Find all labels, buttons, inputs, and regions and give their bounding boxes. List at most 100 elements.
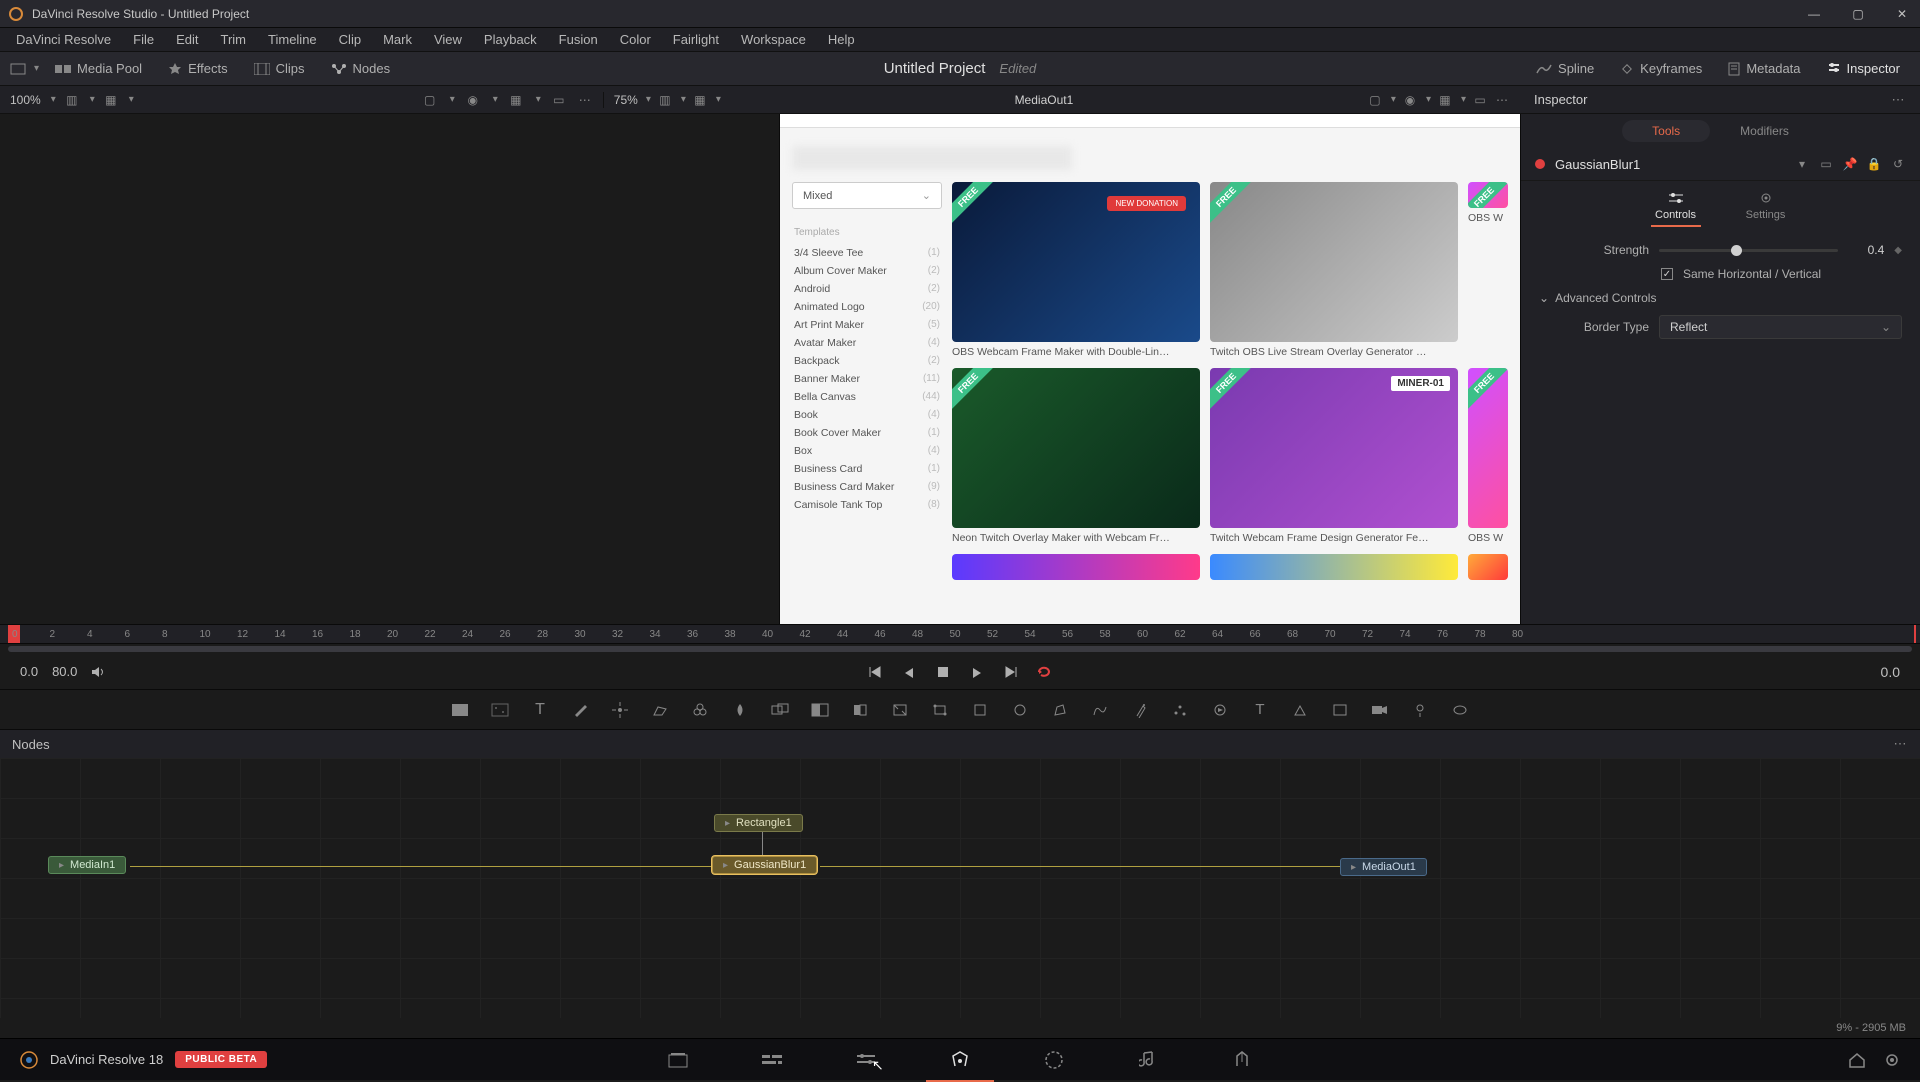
left-viewer-icon-d[interactable]: ▭: [551, 92, 567, 108]
center-viewer-icon-b[interactable]: ◉: [1402, 92, 1418, 108]
advanced-controls-header[interactable]: ⌄ Advanced Controls: [1539, 291, 1902, 305]
menu-davinci-resolve[interactable]: DaVinci Resolve: [6, 30, 121, 49]
center-viewer-dd-a[interactable]: ▾: [1391, 94, 1396, 105]
tool-magic-mask[interactable]: [1129, 699, 1151, 721]
center-viewer-icon-a[interactable]: ▢: [1367, 92, 1383, 108]
tool-polygon-mask[interactable]: [1049, 699, 1071, 721]
center-opt-dd-2[interactable]: ▾: [716, 94, 721, 105]
current-time[interactable]: 0.0: [1881, 664, 1900, 680]
center-opt-dd-1[interactable]: ▾: [681, 94, 686, 105]
template-list-item[interactable]: Bella Canvas(44): [792, 388, 942, 406]
strength-value[interactable]: 0.4: [1848, 243, 1884, 257]
template-thumbnail[interactable]: FREEOBS W: [1468, 182, 1508, 358]
left-viewer-icon-a[interactable]: ▢: [422, 92, 438, 108]
go-start-button[interactable]: [865, 662, 885, 682]
template-thumbnail[interactable]: [952, 554, 1200, 580]
menu-fusion[interactable]: Fusion: [549, 30, 608, 49]
template-thumbnail[interactable]: FREEOBS W: [1468, 368, 1508, 544]
left-viewer[interactable]: [0, 114, 780, 624]
center-viewer-icon-d[interactable]: ▭: [1472, 92, 1488, 108]
template-list-item[interactable]: Avatar Maker(4): [792, 334, 942, 352]
center-opt-icon-2[interactable]: ▦: [692, 92, 708, 108]
tool-3d-image[interactable]: [1329, 699, 1351, 721]
tool-fastnoise[interactable]: [489, 699, 511, 721]
nodes-panel-menu[interactable]: ⋯: [1892, 736, 1908, 752]
page-color[interactable]: [1040, 1046, 1068, 1074]
center-viewer-dd-c[interactable]: ▾: [1461, 94, 1466, 105]
node-mediain1[interactable]: ▸MediaIn1: [48, 856, 126, 874]
page-fairlight[interactable]: [1134, 1046, 1162, 1074]
menu-clip[interactable]: Clip: [329, 30, 371, 49]
tool-paint[interactable]: [569, 699, 591, 721]
tool-colorcorrect[interactable]: [689, 699, 711, 721]
clips-button[interactable]: Clips: [244, 57, 315, 80]
template-list-item[interactable]: Business Card(1): [792, 460, 942, 478]
left-viewer-dd-b[interactable]: ▾: [493, 94, 498, 105]
ruler-scrollbar[interactable]: [0, 644, 1920, 654]
menu-color[interactable]: Color: [610, 30, 661, 49]
project-settings-button[interactable]: [1884, 1052, 1900, 1068]
close-button[interactable]: ✕: [1892, 4, 1912, 24]
template-list-item[interactable]: Camisole Tank Top(8): [792, 496, 942, 514]
tool-rectangle-mask[interactable]: [969, 699, 991, 721]
panel-toggle-dropdown[interactable]: ▾: [34, 63, 39, 74]
lock-icon[interactable]: 🔒: [1866, 156, 1882, 172]
template-list-item[interactable]: Box(4): [792, 442, 942, 460]
menu-file[interactable]: File: [123, 30, 164, 49]
left-viewer-icon-b[interactable]: ◉: [465, 92, 481, 108]
template-list-item[interactable]: Book(4): [792, 406, 942, 424]
inspector-tab-modifiers[interactable]: Modifiers: [1710, 120, 1819, 142]
media-pool-button[interactable]: Media Pool: [45, 57, 152, 80]
center-opt-icon-1[interactable]: ▥: [657, 92, 673, 108]
template-list-item[interactable]: Banner Maker(11): [792, 370, 942, 388]
template-thumbnail[interactable]: FREEMINER-01Twitch Webcam Frame Design G…: [1210, 368, 1458, 544]
menu-edit[interactable]: Edit: [166, 30, 208, 49]
left-opt-icon-2[interactable]: ▦: [103, 92, 119, 108]
tool-3d-light[interactable]: [1409, 699, 1431, 721]
strength-keyframe[interactable]: ◆: [1894, 245, 1902, 256]
menu-timeline[interactable]: Timeline: [258, 30, 327, 49]
menu-fairlight[interactable]: Fairlight: [663, 30, 729, 49]
template-list-item[interactable]: Art Print Maker(5): [792, 316, 942, 334]
nodes-canvas[interactable]: ▸MediaIn1 ▸Rectangle1 ▸GaussianBlur1 ▸Me…: [0, 758, 1920, 1030]
tool-planar[interactable]: [649, 699, 671, 721]
left-viewer-zoom[interactable]: 100%: [10, 93, 41, 107]
node-mediaout1[interactable]: ▸MediaOut1: [1340, 858, 1427, 876]
template-thumbnail[interactable]: [1468, 554, 1508, 580]
template-list-item[interactable]: Book Cover Maker(1): [792, 424, 942, 442]
left-viewer-dd-c[interactable]: ▾: [536, 94, 541, 105]
tool-mattecontrol[interactable]: [809, 699, 831, 721]
template-list-item[interactable]: Animated Logo(20): [792, 298, 942, 316]
center-viewer[interactable]: Mixed ⌄ Templates 3/4 Sleeve Tee(1)Album…: [780, 114, 1520, 624]
center-zoom-dropdown[interactable]: ▾: [646, 94, 651, 105]
node-enable-dot[interactable]: [1535, 159, 1545, 169]
pin-icon[interactable]: 📌: [1842, 156, 1858, 172]
inspector-controls-tab[interactable]: Controls: [1651, 191, 1701, 227]
tool-ellipse-mask[interactable]: [1009, 699, 1031, 721]
strength-slider[interactable]: [1659, 249, 1838, 252]
center-viewer-menu[interactable]: ⋯: [1494, 92, 1510, 108]
tool-3d-text[interactable]: T: [1249, 699, 1271, 721]
tool-background[interactable]: [449, 699, 471, 721]
effects-button[interactable]: Effects: [158, 57, 238, 80]
time-ruler[interactable]: 0246810121416182022242628303234363840424…: [0, 624, 1920, 644]
tool-tracker[interactable]: [609, 699, 631, 721]
template-thumbnail[interactable]: FREENeon Twitch Overlay Maker with Webca…: [952, 368, 1200, 544]
keyframes-button[interactable]: Keyframes: [1610, 57, 1712, 80]
page-media[interactable]: [664, 1046, 692, 1074]
template-list-item[interactable]: 3/4 Sleeve Tee(1): [792, 244, 942, 262]
menu-view[interactable]: View: [424, 30, 472, 49]
maximize-button[interactable]: ▢: [1848, 4, 1868, 24]
left-opt-icon-1[interactable]: ▥: [64, 92, 80, 108]
play-button[interactable]: [967, 662, 987, 682]
template-list-item[interactable]: Album Cover Maker(2): [792, 262, 942, 280]
left-viewer-menu[interactable]: ⋯: [577, 92, 593, 108]
tool-transform[interactable]: [929, 699, 951, 721]
menu-trim[interactable]: Trim: [211, 30, 257, 49]
template-thumbnail[interactable]: FREENEW DONATIONOBS Webcam Frame Maker w…: [952, 182, 1200, 358]
tool-channelbool[interactable]: [849, 699, 871, 721]
template-thumbnail[interactable]: [1210, 554, 1458, 580]
inspector-tab-tools[interactable]: Tools: [1622, 120, 1710, 142]
ruler-scroll-thumb[interactable]: [8, 646, 1912, 652]
stop-button[interactable]: [933, 662, 953, 682]
